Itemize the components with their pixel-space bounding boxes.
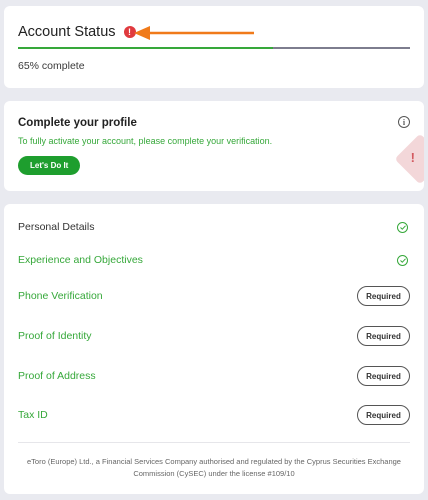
- verification-list-card: Personal Details Experience and Objectiv…: [4, 204, 424, 494]
- divider: [18, 442, 410, 443]
- list-item-personal-details[interactable]: Personal Details: [18, 214, 410, 240]
- info-icon[interactable]: i: [398, 116, 410, 128]
- list-item-label: Experience and Objectives: [18, 254, 143, 266]
- list-item-experience-objectives[interactable]: Experience and Objectives: [18, 247, 410, 273]
- warning-decoration-icon: [394, 133, 424, 185]
- required-button[interactable]: Required: [357, 405, 410, 425]
- account-status-card: Account Status ! 65% complete: [4, 6, 424, 88]
- lets-do-it-button[interactable]: Let's Do It: [18, 156, 81, 175]
- list-item-proof-of-address[interactable]: Proof of Address Required: [18, 363, 410, 389]
- profile-title: Complete your profile: [18, 117, 137, 129]
- account-status-title: Account Status: [18, 24, 116, 40]
- progress-bar-fill: [18, 47, 273, 49]
- list-item-label: Proof of Identity: [18, 330, 92, 342]
- profile-description: To fully activate your account, please c…: [18, 136, 273, 146]
- list-item-phone-verification[interactable]: Phone Verification Required: [18, 283, 410, 309]
- complete-profile-card: Complete your profile i To fully activat…: [4, 101, 424, 191]
- progress-bar: [18, 47, 410, 49]
- required-button[interactable]: Required: [357, 286, 410, 306]
- required-button[interactable]: Required: [357, 326, 410, 346]
- account-status-header: Account Status !: [18, 24, 136, 40]
- list-item-label: Phone Verification: [18, 290, 103, 302]
- check-icon: [397, 221, 408, 233]
- regulatory-footer: eToro (Europe) Ltd., a Financial Service…: [27, 457, 401, 478]
- list-item-tax-id[interactable]: Tax ID Required: [18, 402, 410, 428]
- list-item-proof-of-identity[interactable]: Proof of Identity Required: [18, 323, 410, 349]
- progress-text: 65% complete: [18, 60, 85, 72]
- check-icon: [397, 254, 408, 266]
- warning-exclamation-icon: !: [410, 150, 415, 165]
- list-item-label: Personal Details: [18, 221, 95, 233]
- list-item-label: Proof of Address: [18, 370, 96, 382]
- required-button[interactable]: Required: [357, 366, 410, 386]
- list-item-label: Tax ID: [18, 409, 48, 421]
- arrow-annotation-icon: [134, 26, 254, 40]
